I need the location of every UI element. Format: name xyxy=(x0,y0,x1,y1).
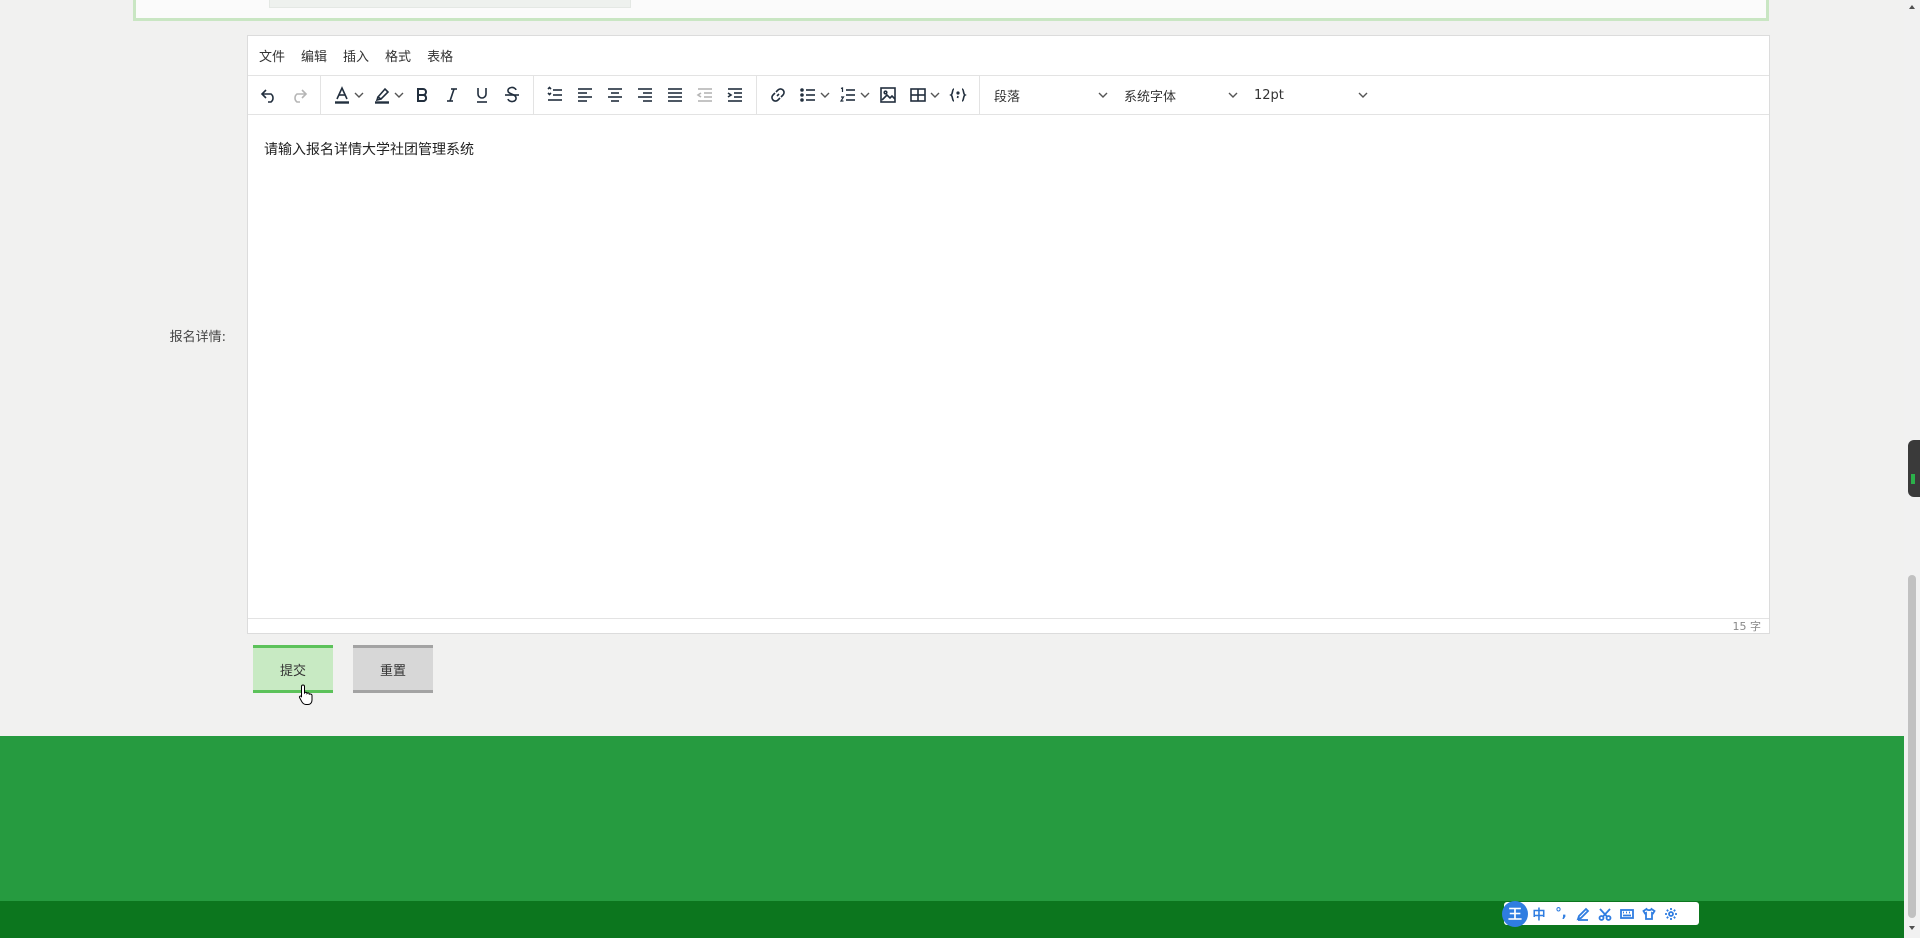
line-height-button[interactable] xyxy=(540,80,570,110)
word-count: 15 字 xyxy=(1732,620,1762,633)
image-button[interactable] xyxy=(873,80,903,110)
toolbar-divider xyxy=(320,76,321,114)
top-form-panel xyxy=(133,0,1769,21)
align-justify-icon xyxy=(668,88,682,102)
redo-button[interactable] xyxy=(284,80,314,110)
ime-toolbar[interactable]: 王 中 °, xyxy=(1502,900,1699,927)
align-justify-button[interactable] xyxy=(660,80,690,110)
bold-button[interactable] xyxy=(407,80,437,110)
code-sample-icon xyxy=(949,88,967,102)
ime-handwrite-button[interactable] xyxy=(1572,906,1594,922)
indent-icon xyxy=(727,88,742,102)
link-icon xyxy=(771,88,785,102)
editor-content-area[interactable]: 请输入报名详情大学社团管理系统 xyxy=(248,115,1769,618)
toolbar-divider xyxy=(979,76,980,114)
underline-button[interactable] xyxy=(467,80,497,110)
toolbar-divider xyxy=(756,76,757,114)
text-color-dropdown[interactable] xyxy=(353,80,365,110)
chevron-down-icon xyxy=(930,92,940,98)
numbered-list-icon xyxy=(839,87,855,102)
keyboard-icon xyxy=(1620,908,1634,919)
chevron-down-icon xyxy=(820,92,830,98)
font-size-value: 12pt xyxy=(1254,87,1284,103)
undo-icon xyxy=(260,89,274,103)
menu-table[interactable]: 表格 xyxy=(427,46,453,65)
align-center-icon xyxy=(608,88,622,102)
gear-icon xyxy=(1665,907,1677,920)
font-size-select[interactable]: 12pt xyxy=(1246,80,1376,110)
table-icon xyxy=(910,88,926,102)
align-center-button[interactable] xyxy=(600,80,630,110)
menu-file[interactable]: 文件 xyxy=(259,46,285,65)
ime-settings-button[interactable] xyxy=(1660,906,1682,922)
block-format-select[interactable]: 段落 xyxy=(986,80,1116,110)
chevron-down-icon xyxy=(860,92,870,98)
chevron-down-icon xyxy=(394,92,404,98)
chevron-down-icon xyxy=(354,92,364,98)
side-tab-indicator xyxy=(1911,474,1915,484)
ime-keyboard-button[interactable] xyxy=(1616,906,1638,922)
page-footer xyxy=(0,736,1904,901)
scroll-thumb[interactable] xyxy=(1908,575,1916,918)
editor-paragraph[interactable]: 请输入报名详情大学社团管理系统 xyxy=(264,139,1753,159)
editor-menubar: 文件 编辑 插入 格式 表格 xyxy=(248,36,1769,76)
table-dropdown[interactable] xyxy=(929,80,941,110)
hand-cursor-icon xyxy=(298,684,313,705)
font-family-select[interactable]: 系统字体 xyxy=(1116,80,1246,110)
strikethrough-button[interactable] xyxy=(497,80,527,110)
editor-statusbar: 15 字 xyxy=(248,618,1769,635)
chevron-down-icon xyxy=(1228,92,1238,98)
top-field-strip xyxy=(269,0,631,8)
menu-edit[interactable]: 编辑 xyxy=(301,46,327,65)
ime-punct-toggle[interactable]: °, xyxy=(1550,906,1572,921)
italic-icon xyxy=(447,88,457,102)
numbered-list-dropdown[interactable] xyxy=(859,80,871,110)
link-button[interactable] xyxy=(763,80,793,110)
rich-text-editor[interactable]: 文件 编辑 插入 格式 表格 段落 系统字体 12pt 请输入报名详情大学社团管… xyxy=(247,35,1770,634)
menu-format[interactable]: 格式 xyxy=(385,46,411,65)
ime-screenshot-button[interactable] xyxy=(1594,906,1616,922)
highlight-color-dropdown[interactable] xyxy=(393,80,405,110)
scissors-icon xyxy=(1598,907,1612,921)
align-right-icon xyxy=(638,88,652,102)
toolbar-divider xyxy=(533,76,534,114)
underline-icon xyxy=(477,88,487,103)
text-color-icon xyxy=(335,86,349,104)
code-sample-button[interactable] xyxy=(943,80,973,110)
scroll-up-arrow-icon[interactable] xyxy=(1908,3,1916,11)
indent-button[interactable] xyxy=(720,80,750,110)
detail-label: 报名详情: xyxy=(169,330,226,345)
line-height-icon xyxy=(547,86,562,101)
undo-button[interactable] xyxy=(254,80,284,110)
strikethrough-icon xyxy=(505,86,519,103)
bullet-list-dropdown[interactable] xyxy=(819,80,831,110)
submit-button[interactable]: 提交 xyxy=(253,645,333,693)
align-right-button[interactable] xyxy=(630,80,660,110)
redo-icon xyxy=(294,89,308,103)
ime-logo-icon[interactable]: 王 xyxy=(1502,900,1528,927)
pen-icon xyxy=(1576,907,1590,921)
shirt-icon xyxy=(1642,907,1656,920)
outdent-button[interactable] xyxy=(690,80,720,110)
block-format-value: 段落 xyxy=(994,89,1021,105)
align-left-button[interactable] xyxy=(570,80,600,110)
image-icon xyxy=(880,87,896,103)
reset-button[interactable]: 重置 xyxy=(353,645,433,693)
editor-toolbar: 段落 系统字体 12pt xyxy=(248,76,1769,115)
side-drawer-tab[interactable] xyxy=(1908,440,1920,497)
bullet-list-icon xyxy=(800,88,815,102)
align-left-icon xyxy=(578,88,592,102)
menu-insert[interactable]: 插入 xyxy=(343,46,369,65)
italic-button[interactable] xyxy=(437,80,467,110)
highlight-color-icon xyxy=(375,87,390,104)
scroll-down-arrow-icon[interactable] xyxy=(1908,924,1916,932)
chevron-down-icon xyxy=(1098,92,1108,98)
chevron-down-icon xyxy=(1358,92,1368,98)
ime-mode-toggle[interactable]: 中 xyxy=(1528,904,1550,923)
outdent-icon xyxy=(696,88,712,102)
bold-icon xyxy=(417,88,428,102)
ime-skin-button[interactable] xyxy=(1638,906,1660,922)
font-family-value: 系统字体 xyxy=(1124,89,1177,105)
